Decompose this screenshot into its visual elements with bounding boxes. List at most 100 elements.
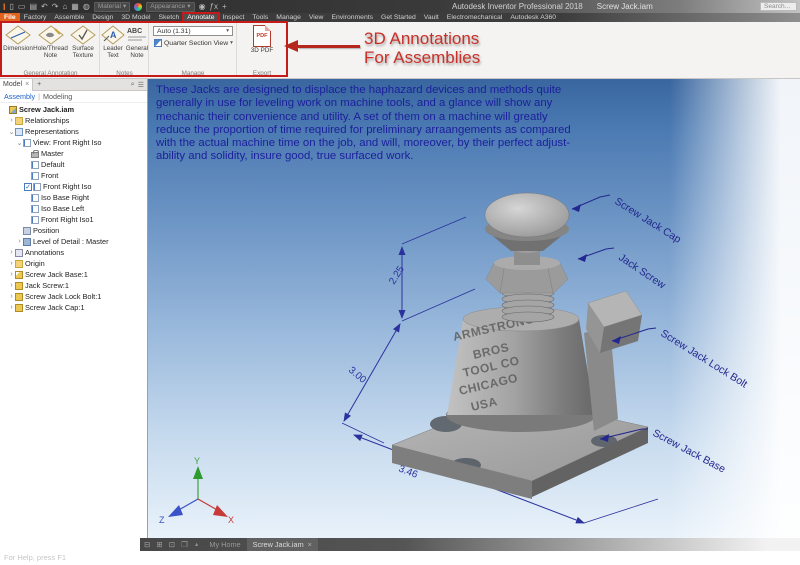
tree-item-position[interactable]: Position xyxy=(0,225,147,236)
surface-texture-button[interactable]: Surface Texture xyxy=(67,23,99,59)
tab-get-started[interactable]: Get Started xyxy=(377,13,420,22)
tree-item-root[interactable]: Screw Jack.iam xyxy=(0,104,147,115)
dimension-2-25[interactable]: 2.25 xyxy=(387,216,476,322)
model-screw-jack-cap-part[interactable] xyxy=(484,192,570,251)
tab-factory[interactable]: Factory xyxy=(20,13,51,22)
svg-text:Jack Screw[interactable]: Jack Screw xyxy=(616,252,668,292)
expander-icon[interactable]: › xyxy=(8,260,15,267)
expander-icon[interactable]: › xyxy=(8,271,15,278)
pin-icon[interactable]: ◉ xyxy=(199,2,206,12)
window-switch-icon[interactable]: ❒ xyxy=(181,540,190,549)
mode-assembly-link[interactable]: Assembly xyxy=(4,92,35,101)
svg-text:Screw Jack Cap[interactable]: Screw Jack Cap xyxy=(612,195,683,245)
tree-item-front-right-iso[interactable]: ✓ Front Right Iso xyxy=(0,181,147,192)
tree-item-front-right-iso1[interactable]: Front Right Iso1 xyxy=(0,214,147,225)
tree-item-iso-base-right[interactable]: Iso Base Right xyxy=(0,192,147,203)
window-tile-icon[interactable]: ⊞ xyxy=(156,540,164,549)
tree-item-level-of-detail[interactable]: › Level of Detail : Master xyxy=(0,236,147,247)
tab-environments[interactable]: Environments xyxy=(327,13,377,22)
undo-icon[interactable]: ↶ xyxy=(41,2,48,12)
svg-text:Screw Jack Base[interactable]: Screw Jack Base xyxy=(651,427,728,475)
hole-thread-note-button[interactable]: Hole/Thread Note xyxy=(33,23,68,59)
expander-icon[interactable]: › xyxy=(8,282,15,289)
leader-jack-screw[interactable]: Jack Screw xyxy=(577,247,668,292)
search-input[interactable]: Search... xyxy=(760,2,797,11)
model-tab[interactable]: Model × xyxy=(0,78,34,91)
expander-icon[interactable]: › xyxy=(8,117,15,124)
tree-item-screw-jack-lock-bolt[interactable]: › Screw Jack Lock Bolt:1 xyxy=(0,291,147,302)
my-home-tab[interactable]: My Home xyxy=(203,540,246,549)
open-file-icon[interactable]: ▭ xyxy=(18,2,26,12)
checkbox-checked-icon[interactable]: ✓ xyxy=(24,182,32,191)
tab-tools[interactable]: Tools xyxy=(248,13,272,22)
tree-item-default[interactable]: Default xyxy=(0,159,147,170)
tree-item-relationships[interactable]: › Relationships xyxy=(0,115,147,126)
tab-inspect[interactable]: Inspect xyxy=(219,13,249,22)
collapse-icon[interactable]: ⌄ xyxy=(8,128,15,136)
tab-vault[interactable]: Vault xyxy=(420,13,443,22)
leader-text-button[interactable]: A Leader Text xyxy=(101,23,125,59)
add-toolbar-icon[interactable]: + xyxy=(222,2,227,12)
dimension-button[interactable]: Dimension xyxy=(2,23,34,52)
redo-icon[interactable]: ↷ xyxy=(52,2,59,12)
tree-item-view-front-right-iso[interactable]: ⌄ View: Front Right Iso xyxy=(0,137,147,148)
tree-item-origin[interactable]: › Origin xyxy=(0,258,147,269)
collapse-icon[interactable]: ⌄ xyxy=(16,139,23,147)
3d-pdf-button[interactable]: PDF 3D PDF xyxy=(238,23,286,54)
general-note-button[interactable]: ABC General Note xyxy=(125,23,149,59)
title-bar: I ▯ ▭ ▤ ↶ ↷ ⌂ ▦ ◍ Material ▾ Appearance … xyxy=(0,0,800,13)
model-cone-body[interactable]: ARMSTRONG BROS TOOL CO CHICAGO USA xyxy=(446,306,596,432)
tab-electromechanical[interactable]: Electromechanical xyxy=(443,13,507,22)
status-text: For Help, press F1 xyxy=(4,553,67,562)
tab-annotate[interactable]: Annotate xyxy=(182,12,220,23)
tab-design[interactable]: Design xyxy=(88,13,117,22)
leader-screw-jack-cap[interactable]: Screw Jack Cap xyxy=(571,194,683,246)
expander-icon[interactable]: › xyxy=(8,293,15,300)
fx-parameters-icon[interactable]: ƒx xyxy=(210,2,218,12)
tab-manage[interactable]: Manage xyxy=(272,13,305,22)
tree-item-master[interactable]: Master xyxy=(0,148,147,159)
svg-text:Screw Jack Lock Bolt[interactable]: Screw Jack Lock Bolt xyxy=(658,327,749,390)
tree-item-representations[interactable]: ⌄ Representations xyxy=(0,126,147,137)
expander-icon[interactable]: › xyxy=(8,304,15,311)
material-combo[interactable]: Material ▾ xyxy=(93,1,131,12)
3d-viewport[interactable]: These Jacks are designed to displace the… xyxy=(148,79,800,538)
model-canvas[interactable]: 2.25 3.00 3.46 ARMSTRONG BROS TOOL CO CH… xyxy=(148,79,800,538)
appearance-combo[interactable]: Appearance ▾ xyxy=(146,1,195,12)
tab-file[interactable]: File xyxy=(0,13,20,22)
tree-item-screw-jack-base[interactable]: › Screw Jack Base:1 xyxy=(0,269,147,280)
menu-icon[interactable]: ☰ xyxy=(138,81,144,89)
mode-modeling-link[interactable]: Modeling xyxy=(43,92,72,101)
new-file-icon[interactable]: ▯ xyxy=(10,2,14,12)
window-arrange-icon[interactable]: ⊡ xyxy=(169,540,177,549)
screen-capture-icon[interactable]: ▦ xyxy=(71,2,79,12)
globe-icon[interactable]: ◍ xyxy=(83,2,90,12)
close-icon[interactable]: × xyxy=(25,81,29,88)
document-tab-active[interactable]: Screw Jack.iam × xyxy=(246,538,318,551)
window-cascade-icon[interactable]: ⊟ xyxy=(144,540,152,549)
expander-icon[interactable]: › xyxy=(8,249,15,256)
tree-item-screw-jack-cap[interactable]: › Screw Jack Cap:1 xyxy=(0,302,147,313)
tab-3d-model[interactable]: 3D Model xyxy=(117,13,154,22)
model-screw-jack-lock-bolt-part[interactable] xyxy=(584,290,643,431)
annotation-scale-combo[interactable]: Auto (1.31) ▾ xyxy=(153,26,233,36)
tab-assemble[interactable]: Assemble xyxy=(50,13,88,22)
tree-item-annotations[interactable]: › Annotations xyxy=(0,247,147,258)
tab-autodesk-a360[interactable]: Autodesk A360 xyxy=(506,13,560,22)
save-icon[interactable]: ▤ xyxy=(29,2,37,12)
tree-item-front[interactable]: Front xyxy=(0,170,147,181)
tree-item-iso-base-left[interactable]: Iso Base Left xyxy=(0,203,147,214)
expander-icon[interactable]: › xyxy=(16,238,23,245)
close-icon[interactable]: × xyxy=(308,540,312,549)
expand-up-icon[interactable]: ▲ xyxy=(194,542,199,548)
color-wheel-icon[interactable] xyxy=(134,2,143,11)
tab-view[interactable]: View xyxy=(305,13,328,22)
tab-sketch[interactable]: Sketch xyxy=(155,13,184,22)
inventor-logo-icon[interactable]: I xyxy=(3,2,6,12)
dimension-3-00[interactable]: 3.00 xyxy=(341,323,401,444)
add-panel-tab[interactable]: + xyxy=(33,81,45,88)
tree-item-jack-screw[interactable]: › Jack Screw:1 xyxy=(0,280,147,291)
home-icon[interactable]: ⌂ xyxy=(62,2,67,12)
quarter-section-view-button[interactable]: Quarter Section View ▾ xyxy=(154,39,236,47)
search-icon[interactable]: ⌕ xyxy=(131,81,135,89)
